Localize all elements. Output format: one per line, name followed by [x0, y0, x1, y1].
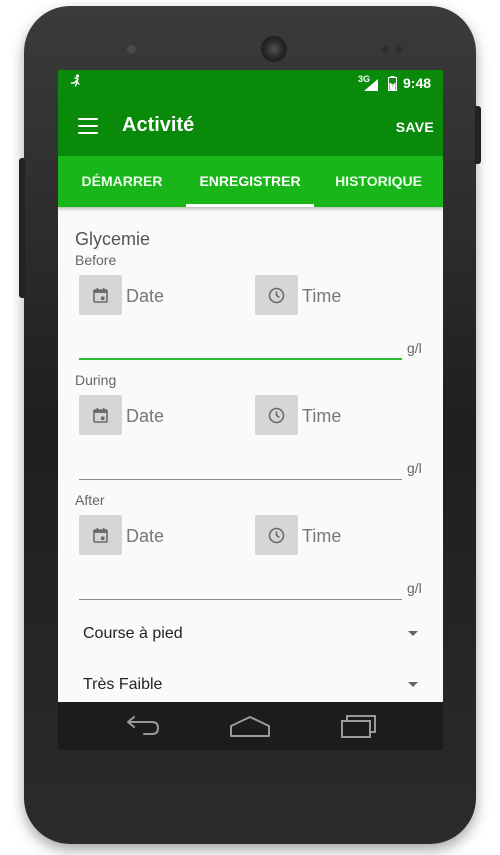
front-camera — [127, 45, 136, 54]
status-clock: 9:48 — [403, 75, 432, 91]
during-date-button[interactable] — [79, 395, 122, 435]
clock-icon — [268, 407, 285, 424]
intensity-select[interactable]: Très Faible — [83, 674, 418, 698]
tab-historique[interactable]: HISTORIQUE — [314, 156, 443, 207]
during-time-text[interactable]: Time — [302, 406, 341, 427]
save-button[interactable]: SAVE — [396, 119, 434, 135]
before-date-button[interactable] — [79, 275, 122, 315]
after-label: After — [75, 492, 105, 508]
power-button — [475, 106, 481, 164]
activity-type-select[interactable]: Course à pied — [83, 623, 418, 647]
home-icon[interactable] — [229, 712, 270, 740]
navigation-bar — [58, 702, 443, 750]
after-time-text[interactable]: Time — [302, 526, 341, 547]
clock-icon — [268, 527, 285, 544]
before-time-button[interactable] — [255, 275, 298, 315]
earpiece — [261, 36, 287, 62]
status-bar: 3G 9:48 — [58, 70, 443, 96]
page-title: Activité — [122, 114, 195, 136]
clock-icon — [268, 287, 285, 304]
tab-bar: DÉMARRER ENREGISTRER HISTORIQUE — [58, 156, 443, 207]
tab-demarrer[interactable]: DÉMARRER — [58, 156, 186, 207]
during-date-text[interactable]: Date — [126, 406, 164, 427]
after-date-text[interactable]: Date — [126, 526, 164, 547]
calendar-icon — [93, 408, 108, 423]
during-value-input[interactable] — [79, 479, 402, 480]
back-icon[interactable] — [122, 712, 162, 740]
tab-enregistrer[interactable]: ENREGISTRER — [186, 156, 314, 207]
before-value-input[interactable] — [79, 358, 402, 360]
dropdown-arrow-icon — [408, 682, 418, 687]
section-title: Glycemie — [75, 229, 151, 249]
activity-type-value: Course à pied — [83, 625, 183, 642]
during-label: During — [75, 372, 117, 388]
screen: 3G 9:48 Activité SAVE DÉMARRER ENREGISTR… — [58, 70, 443, 750]
after-unit: g/l — [407, 580, 422, 596]
before-time-text[interactable]: Time — [302, 286, 341, 307]
recents-icon[interactable] — [338, 712, 378, 740]
calendar-icon — [93, 528, 108, 543]
sensor — [382, 46, 389, 53]
intensity-value: Très Faible — [83, 676, 163, 693]
before-label: Before — [75, 252, 117, 268]
app-bar: Activité SAVE — [58, 96, 443, 156]
during-unit: g/l — [407, 460, 422, 476]
after-time-button[interactable] — [255, 515, 298, 555]
before-date-text[interactable]: Date — [126, 286, 164, 307]
dropdown-arrow-icon — [408, 631, 418, 636]
sensor — [396, 46, 403, 53]
menu-icon[interactable] — [78, 118, 98, 134]
glycemie-form: Glycemie Before Date Time g/l During Dat… — [58, 207, 443, 702]
battery-icon — [388, 76, 397, 96]
running-icon — [70, 74, 82, 91]
after-date-button[interactable] — [79, 515, 122, 555]
volume-button — [19, 158, 25, 298]
during-time-button[interactable] — [255, 395, 298, 435]
signal-icon — [364, 78, 378, 96]
calendar-icon — [93, 288, 108, 303]
after-value-input[interactable] — [79, 599, 402, 600]
before-unit: g/l — [407, 340, 422, 356]
